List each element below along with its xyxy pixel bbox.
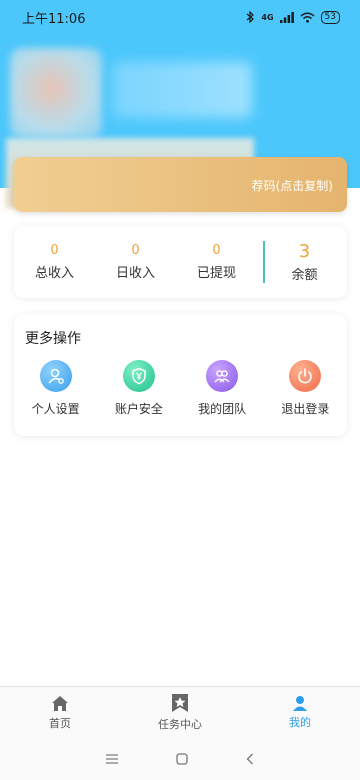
- actions-row: 个人设置 账户安全 我的团队 退出登录: [14, 360, 347, 417]
- stat-label: 总收入: [34, 266, 74, 281]
- task-star-icon: [172, 694, 188, 712]
- home-icon: [52, 695, 68, 711]
- stat-value: 0: [50, 243, 59, 258]
- bluetooth-icon: [247, 11, 255, 23]
- avatar[interactable]: [10, 48, 102, 138]
- tab-task-center[interactable]: 任务中心: [120, 687, 240, 738]
- home-square-icon[interactable]: [176, 753, 188, 765]
- action-account-security[interactable]: 账户安全: [99, 360, 179, 417]
- tab-home[interactable]: 首页: [0, 687, 120, 738]
- username-area: [112, 62, 252, 118]
- tab-label: 任务中心: [158, 718, 202, 731]
- tab-mine[interactable]: 我的: [240, 687, 360, 738]
- stat-withdrawn: 0 已提现: [176, 243, 257, 281]
- status-icons: 4G 53: [246, 10, 340, 24]
- person-icon: [293, 696, 307, 711]
- system-navigation-bar: [0, 738, 360, 780]
- stat-value: 3: [298, 241, 311, 262]
- team-icon: [206, 360, 239, 392]
- user-settings-icon: [39, 360, 72, 392]
- invite-code-card[interactable]: 荐码(点击复制): [14, 157, 347, 212]
- stat-total-income: 0 总收入: [14, 243, 95, 281]
- action-personal-settings[interactable]: 个人设置: [16, 360, 96, 417]
- power-icon: [289, 360, 322, 392]
- stat-label: 已提现: [196, 266, 236, 281]
- income-stats-card: 0 总收入 0 日收入 0 已提现 3 余额: [14, 226, 347, 298]
- action-label: 个人设置: [31, 402, 80, 416]
- more-actions-card: 更多操作 个人设置 账户安全 我的团队 退出登录: [14, 314, 347, 436]
- stat-label: 余额: [291, 268, 318, 283]
- status-bar: 上午11:06 4G 53: [0, 0, 360, 34]
- back-icon[interactable]: [246, 753, 254, 765]
- wifi-icon: [300, 12, 315, 23]
- stat-daily-income: 0 日收入: [95, 243, 176, 281]
- action-label: 账户安全: [114, 402, 163, 416]
- battery-indicator: 53: [320, 10, 340, 24]
- invite-code-copy-text[interactable]: 荐码(点击复制): [252, 177, 333, 194]
- action-label: 我的团队: [198, 402, 247, 416]
- shield-yen-icon: [122, 360, 155, 392]
- action-logout[interactable]: 退出登录: [265, 360, 345, 417]
- bottom-tab-bar: 首页 任务中心 我的: [0, 686, 360, 738]
- action-my-team[interactable]: 我的团队: [182, 360, 262, 417]
- stat-value: 0: [212, 243, 221, 258]
- network-label: 4G: [261, 12, 274, 22]
- menu-icon[interactable]: [106, 754, 118, 764]
- tab-label: 首页: [49, 716, 71, 730]
- action-label: 退出登录: [281, 402, 330, 416]
- stat-label: 日收入: [115, 266, 155, 281]
- section-title: 更多操作: [25, 331, 81, 347]
- stat-value: 0: [131, 243, 140, 258]
- stat-balance[interactable]: 3 余额: [263, 241, 344, 283]
- status-time: 上午11:06: [22, 11, 86, 27]
- tab-label: 我的: [289, 716, 311, 729]
- signal-icon: [279, 11, 294, 23]
